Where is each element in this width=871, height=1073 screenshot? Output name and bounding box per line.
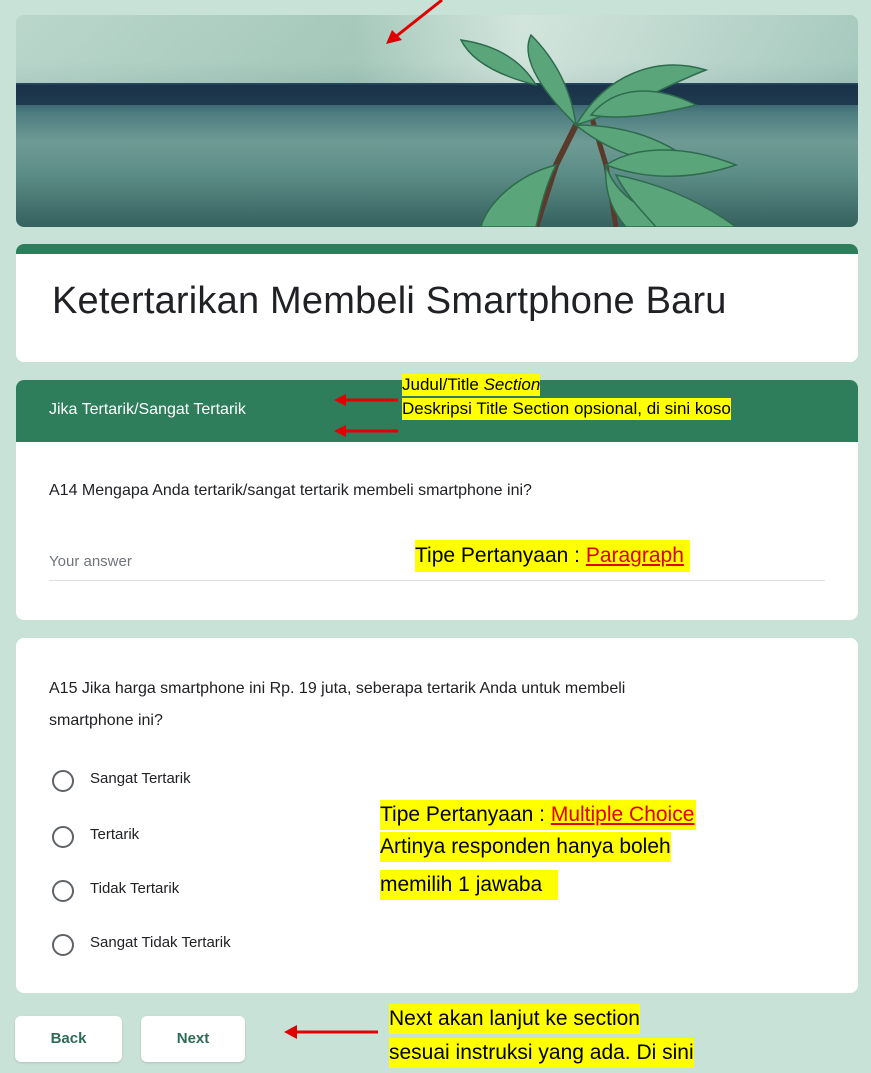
next-annotation-arrow-icon: [284, 1025, 378, 1039]
section-title: Jika Tertarik/Sangat Tertarik: [49, 401, 246, 418]
option-label: Tidak Tertarik: [90, 880, 180, 897]
radio-button-icon[interactable]: [52, 934, 74, 956]
annotation-next-line2: sesuai instruksi yang ada. Di sini: [389, 1038, 694, 1068]
annotation-mc-prefix: Tipe Pertanyaan :: [380, 803, 551, 826]
question-a15-text-line1: A15 Jika harga smartphone ini Rp. 19 jut…: [49, 680, 626, 697]
annotation-paragraph-type: Tipe Pertanyaan : Paragraph: [415, 540, 690, 572]
annotation-section-title-text: Judul/Title: [402, 375, 484, 394]
annotation-section-title: Judul/Title Section: [402, 374, 541, 396]
annotation-paragraph-link: Paragraph: [585, 544, 684, 567]
form-title: Ketertarikan Membeli Smartphone Baru: [52, 280, 727, 322]
radio-button-icon[interactable]: [52, 880, 74, 902]
next-button[interactable]: Next: [141, 1016, 245, 1062]
annotation-paragraph-prefix: Tipe Pertanyaan :: [415, 544, 586, 567]
banner-annotation-arrow-icon: [386, 0, 443, 44]
radio-button-icon[interactable]: [52, 770, 74, 792]
form-title-card: Ketertarikan Membeli Smartphone Baru: [16, 244, 858, 362]
annotation-section-title-italic: Section: [483, 375, 541, 394]
back-button[interactable]: Back: [15, 1016, 122, 1062]
annotation-mc-type: Tipe Pertanyaan : Multiple Choice: [380, 800, 697, 830]
section-annotation-arrows-icon: [334, 394, 398, 437]
question-a15-text-line2: smartphone ini?: [49, 712, 163, 729]
annotation-mc-line2: Artinya responden hanya boleh: [380, 832, 671, 862]
annotation-section-description: Deskripsi Title Section opsional, di sin…: [402, 398, 731, 420]
radio-button-icon[interactable]: [52, 826, 74, 848]
question-a14-text: A14 Mengapa Anda tertarik/sangat tertari…: [49, 482, 532, 499]
annotation-mc-link: Multiple Choice: [550, 803, 695, 826]
annotation-next-line1: Next akan lanjut ke section: [389, 1004, 640, 1034]
title-card-accent-bar: [16, 244, 858, 254]
option-label: Sangat Tertarik: [90, 770, 191, 787]
option-label: Tertarik: [90, 826, 140, 843]
option-label: Sangat Tidak Tertarik: [90, 934, 231, 951]
annotation-mc-line3: memilih 1 jawaba: [380, 870, 559, 900]
